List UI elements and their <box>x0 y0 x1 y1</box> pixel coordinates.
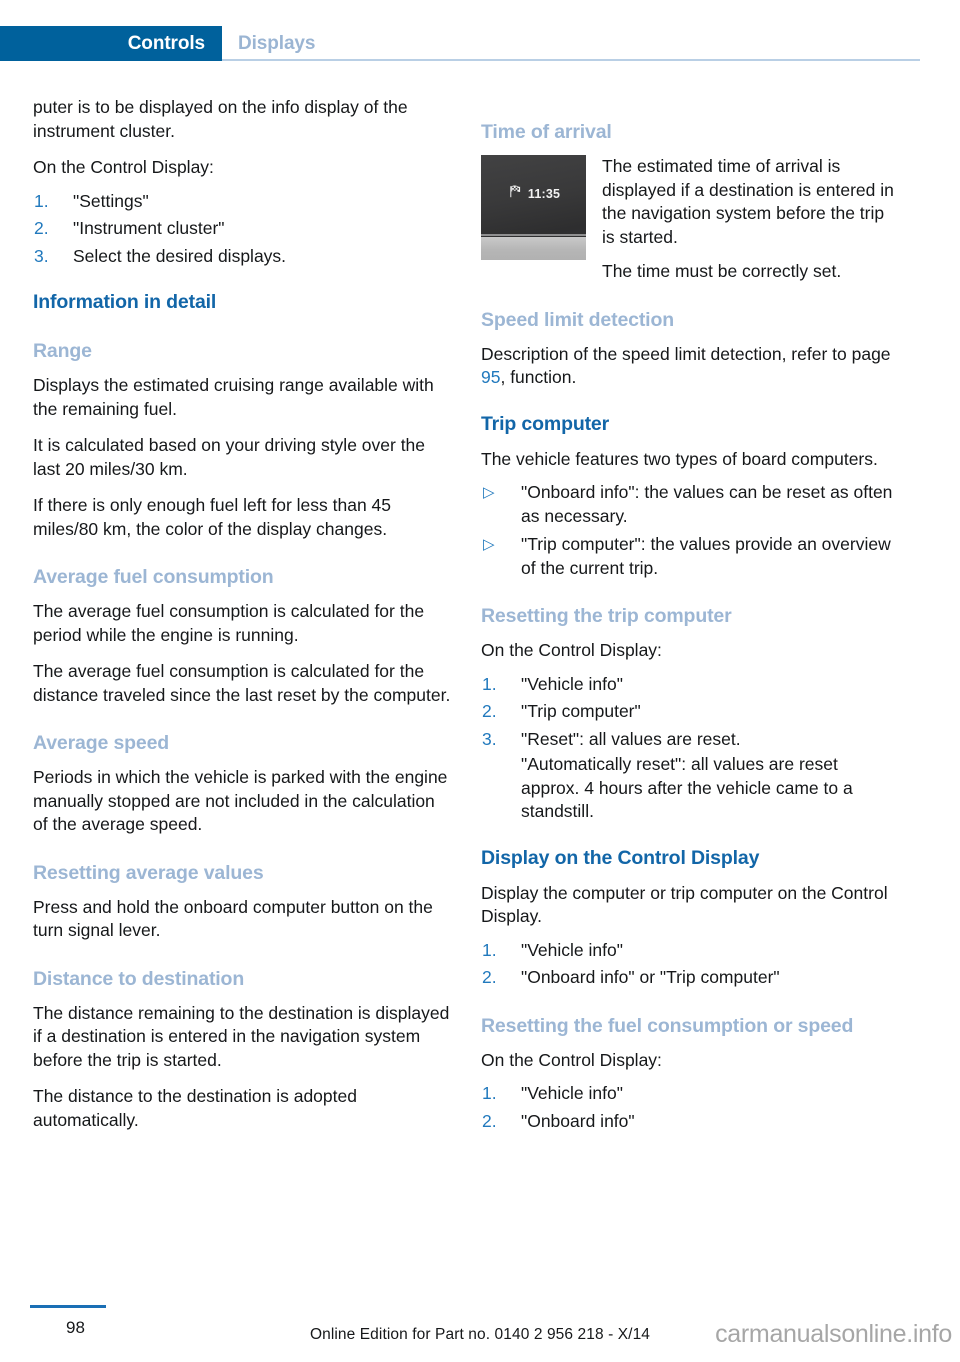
paragraph-rfcs-1: On the Control Display: <box>481 1049 662 1070</box>
steps-list-display-on-control-display: "Vehicle info" "Onboard info" or "Trip c… <box>481 939 899 990</box>
heading-information-in-detail: Information in detail <box>33 291 217 313</box>
list-item: "Settings" <box>33 190 451 214</box>
step-text: "Onboard info" or "Trip computer" <box>521 967 780 987</box>
bullet-text: "Trip computer": the values provide an o… <box>521 534 891 578</box>
step-text: "Onboard info" <box>521 1110 635 1131</box>
list-item: ▷ "Onboard info": the values can be reset… <box>481 481 899 528</box>
list-item: "Onboard info" <box>481 1110 899 1134</box>
step-text: "Vehicle info" <box>521 673 623 694</box>
paragraph-range-3: If there is only enough fuel left for le… <box>33 495 391 539</box>
paragraph-rav-1: Press and hold the onboard computer butt… <box>33 896 433 941</box>
list-item: ▷ "Trip computer": the values provide an … <box>481 533 899 580</box>
watermark: carmanualsonline.info <box>715 1320 952 1348</box>
heading-resetting-the-trip-computer: Resetting the trip computer <box>481 605 732 627</box>
paragraph-tc-1: The vehicle features two types of board … <box>481 448 878 469</box>
step-text: "Trip computer" <box>521 701 641 721</box>
step-text: "Vehicle info" <box>521 1083 623 1103</box>
header-divider <box>222 59 920 61</box>
heading-speed-limit-detection: Speed limit detection <box>481 308 674 331</box>
heading-display-on-the-control-display: Display on the Control Display <box>481 846 760 869</box>
tab-displays[interactable]: Displays <box>238 26 315 61</box>
paragraph-dtd-1: The distance remaining to the destinatio… <box>33 1002 450 1070</box>
step-text: "Instrument cluster" <box>73 218 225 238</box>
paragraph-toa-1: The estimated time of arrival is display… <box>602 156 894 247</box>
list-item: "Onboard info" or "Trip computer" <box>481 966 899 990</box>
heading-distance-to-destination: Distance to destination <box>33 967 245 990</box>
paragraph-continued: puter is to be displayed on the info dis… <box>33 97 408 141</box>
checkered-flag-icon <box>507 184 522 204</box>
list-item: "Vehicle info" <box>481 939 899 963</box>
list-item: "Trip computer" <box>481 700 899 724</box>
paragraph-docd-1: Display the computer or trip computer on… <box>481 882 888 927</box>
list-item: "Instrument cluster" <box>33 217 451 241</box>
figure-caption-text: The estimated time of arrival is display… <box>602 155 899 284</box>
heading-trip-computer: Trip computer <box>481 412 610 435</box>
heading-average-fuel-consumption: Average fuel consumption <box>33 566 274 588</box>
paragraph-average-speed-1: Periods in which the vehicle is parked w… <box>33 767 448 834</box>
tab-controls-label: Controls <box>127 32 205 54</box>
list-item: "Vehicle info" <box>481 1082 899 1106</box>
bullet-text: "Onboard info": the values can be reset … <box>521 482 893 526</box>
paragraph-range-2: It is calculated based on your driving s… <box>33 435 426 479</box>
sld-text-suffix: , function. <box>500 367 577 387</box>
paragraph-dtd-2: The distance to the destination is adopt… <box>33 1086 357 1130</box>
footer-divider <box>30 1305 106 1308</box>
paragraph-afc-1: The average fuel consumption is calculat… <box>33 601 425 645</box>
cluster-hairline <box>481 234 586 236</box>
page-reference-link[interactable]: 95 <box>481 367 500 387</box>
heading-time-of-arrival: Time of arrival <box>481 121 612 143</box>
figure-time-of-arrival: 11:35 The estimated time of arrival is d… <box>481 155 899 284</box>
paragraph-range-1: Displays the estimated cruising range av… <box>33 375 434 419</box>
step-text: "Reset": all values are reset. <box>521 728 741 749</box>
list-item: Select the desired displays. <box>33 245 451 269</box>
heading-resetting-fuel-consumption-or-speed: Resetting the fuel consumption or speed <box>481 1014 854 1037</box>
step-text: Select the desired displays. <box>73 245 287 266</box>
triangle-bullet-icon: ▷ <box>483 536 495 553</box>
paragraph-on-control-display: On the Control Display: <box>33 157 214 177</box>
tab-controls[interactable]: Controls <box>0 26 222 61</box>
bullet-list-trip-computer: ▷ "Onboard info": the values can be reset… <box>481 481 899 580</box>
left-column: puter is to be displayed on the info dis… <box>33 96 451 1145</box>
triangle-bullet-icon: ▷ <box>483 484 495 501</box>
step-text: "Settings" <box>73 190 149 211</box>
steps-list-settings: "Settings" "Instrument cluster" Select t… <box>33 190 451 269</box>
paragraph-rtc-1: On the Control Display: <box>481 640 662 660</box>
tab-displays-label: Displays <box>238 32 316 54</box>
step-text: "Vehicle info" <box>521 939 623 960</box>
instrument-cluster-image: 11:35 <box>481 155 586 260</box>
list-item: "Vehicle info" <box>481 673 899 697</box>
steps-list-resetting-trip-computer: "Vehicle info" "Trip computer" "Reset": … <box>481 673 899 824</box>
paragraph-afc-2: The average fuel consumption is calculat… <box>33 661 451 705</box>
sld-text-prefix: Description of the speed limit detection… <box>481 343 891 364</box>
step-subtext: "Automatically reset": all values are re… <box>521 754 853 821</box>
heading-average-speed: Average speed <box>33 732 170 754</box>
steps-list-resetting-fuel-consumption: "Vehicle info" "Onboard info" <box>481 1082 899 1133</box>
paragraph-sld-1: Description of the speed limit detection… <box>481 343 899 390</box>
heading-range: Range <box>33 340 92 362</box>
heading-resetting-average-values: Resetting average values <box>33 861 264 884</box>
cluster-readout: 11:35 <box>481 181 586 207</box>
right-column: Time of arrival 11:35 The estimated time… <box>481 96 899 1146</box>
cluster-bottom-strip <box>481 237 586 260</box>
page-header: Controls Displays <box>0 0 960 62</box>
paragraph-toa-2: The time must be correctly set. <box>602 261 842 281</box>
list-item: "Reset": all values are reset. "Automatic… <box>481 728 899 824</box>
arrival-time-value: 11:35 <box>527 187 561 201</box>
